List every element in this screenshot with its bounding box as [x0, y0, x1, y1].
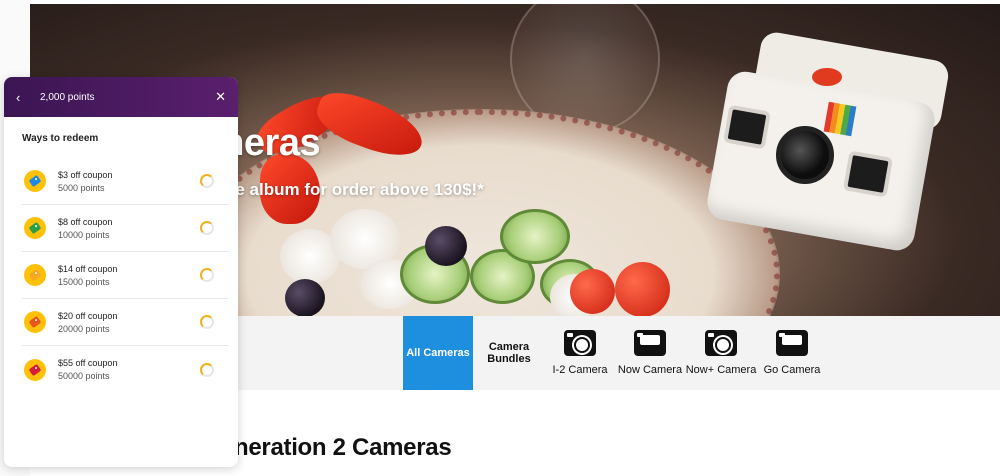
coupon-label: $20 off coupon	[58, 310, 118, 321]
camera-icon	[776, 330, 808, 356]
category-now-plus-camera[interactable]: Now+ Camera	[685, 316, 757, 390]
coupon-row[interactable]: $20 off coupon 20000 points	[22, 299, 228, 346]
coupon-tag-icon	[24, 358, 46, 381]
rewards-panel: ‹ 2,000 points ✕ Ways to redeem $3 off c…	[4, 77, 238, 467]
category-label: Now Camera	[617, 364, 683, 376]
category-camera-bundles[interactable]: Camera Bundles	[476, 316, 542, 390]
coupon-text: $14 off coupon 15000 points	[58, 263, 200, 288]
category-i2-camera[interactable]: I-2 Camera	[546, 316, 614, 390]
rewards-panel-header: ‹ 2,000 points ✕	[4, 77, 238, 117]
camera-icon	[634, 330, 666, 356]
coupon-points: 20000 points	[58, 323, 110, 334]
loading-spinner-icon	[200, 362, 214, 377]
loading-spinner-icon	[200, 268, 214, 282]
coupon-points: 50000 points	[58, 371, 110, 381]
hero-camera-image	[704, 30, 966, 254]
loading-spinner-icon	[200, 221, 214, 235]
coupon-text: $55 off coupon 50000 points	[58, 357, 200, 382]
coupon-row[interactable]: $14 off coupon 15000 points	[22, 252, 228, 299]
loading-spinner-icon	[200, 315, 214, 329]
category-label: All Cameras	[406, 347, 470, 359]
section-title: neration 2 Cameras	[234, 434, 452, 461]
category-label: Go Camera	[763, 364, 821, 376]
coupon-list: $3 off coupon 5000 points $8 off coupon 100…	[22, 158, 228, 393]
coupon-row[interactable]: $55 off coupon 50000 points	[22, 346, 228, 393]
camera-icon	[705, 330, 737, 356]
coupon-label: $14 off coupon	[58, 263, 118, 274]
tag-icon	[28, 174, 42, 188]
tag-icon	[28, 268, 42, 282]
close-icon[interactable]: ✕	[215, 89, 226, 105]
back-chevron-icon[interactable]: ‹	[16, 90, 32, 105]
coupon-points: 5000 points	[58, 182, 105, 193]
coupon-points: 10000 points	[58, 229, 110, 240]
points-balance: 2,000 points	[40, 91, 95, 103]
category-go-camera[interactable]: Go Camera	[758, 316, 826, 390]
camera-lens	[776, 126, 834, 184]
category-now-camera[interactable]: Now Camera	[616, 316, 684, 390]
coupon-tag-icon	[24, 311, 46, 333]
tag-icon	[28, 221, 42, 235]
page: ameras e large album for order above 130…	[0, 0, 1000, 476]
coupon-points: 15000 points	[58, 276, 110, 287]
redeem-heading: Ways to redeem	[22, 133, 99, 144]
hero-tomato	[570, 269, 615, 314]
coupon-label: $55 off coupon	[58, 358, 118, 368]
hero-olive	[285, 279, 325, 316]
coupon-row[interactable]: $3 off coupon 5000 points	[22, 158, 228, 205]
coupon-tag-icon	[24, 170, 46, 192]
category-label: I-2 Camera	[552, 364, 608, 376]
camera-icon	[564, 330, 596, 356]
camera-viewfinder	[723, 104, 771, 150]
camera-shutter	[812, 68, 842, 86]
category-label: Now+ Camera	[685, 364, 757, 376]
tag-icon	[28, 315, 42, 329]
coupon-tag-icon	[24, 264, 46, 286]
coupon-label: $3 off coupon	[58, 169, 113, 180]
tag-icon	[28, 363, 42, 376]
coupon-row[interactable]: $8 off coupon 10000 points	[22, 205, 228, 252]
camera-flash	[842, 150, 894, 198]
category-all-cameras[interactable]: All Cameras	[403, 316, 473, 390]
coupon-text: $8 off coupon 10000 points	[58, 216, 200, 241]
coupon-tag-icon	[24, 217, 46, 239]
hero-cucumber	[500, 209, 570, 264]
rewards-panel-body: Ways to redeem $3 off coupon 5000 points $…	[4, 117, 238, 393]
camera-rainbow-stripe	[823, 101, 857, 137]
coupon-label: $8 off coupon	[58, 216, 113, 227]
category-label: Camera Bundles	[487, 341, 531, 365]
loading-spinner-icon	[200, 174, 214, 188]
coupon-text: $3 off coupon 5000 points	[58, 169, 200, 194]
hero-tomato	[615, 262, 670, 316]
coupon-text: $20 off coupon 20000 points	[58, 310, 200, 335]
hero-olive	[425, 226, 467, 266]
